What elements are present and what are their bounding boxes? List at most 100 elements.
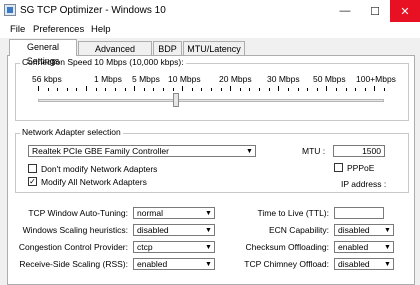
- slider-tick: [259, 88, 261, 91]
- connection-speed-slider[interactable]: [38, 99, 384, 102]
- tick-label: 20 Mbps: [219, 74, 252, 84]
- network-adapter-select[interactable]: Realtek PCIe GBE Family Controller ▼: [28, 145, 256, 157]
- title-bar: SG TCP Optimizer - Windows 10 — ☐ ✕: [0, 0, 420, 22]
- slider-tick: [326, 86, 328, 91]
- congestion-provider-select[interactable]: ctcp ▼: [133, 241, 215, 253]
- slider-tick: [384, 88, 385, 91]
- chevron-down-icon: ▼: [384, 260, 391, 268]
- connection-speed-group: [15, 63, 409, 121]
- network-adapter-value: Realtek PCIe GBE Family Controller: [32, 146, 169, 156]
- tick-label: 10 Mbps: [168, 74, 201, 84]
- slider-tick: [230, 86, 232, 91]
- tick-label: 5 Mbps: [132, 74, 160, 84]
- pppoe-checkbox[interactable]: [334, 163, 343, 172]
- tcp-chimney-value: disabled: [338, 259, 370, 269]
- ttl-field[interactable]: [334, 207, 384, 219]
- auto-tuning-label: TCP Window Auto-Tuning:: [28, 208, 128, 218]
- ecn-value: disabled: [338, 225, 370, 235]
- slider-tick: [162, 88, 164, 91]
- menu-bar: File Preferences Help: [0, 22, 420, 38]
- slider-thumb[interactable]: [173, 93, 179, 107]
- chevron-down-icon: ▼: [205, 260, 212, 268]
- slider-tick: [278, 86, 280, 91]
- tick-label: 1 Mbps: [94, 74, 122, 84]
- congestion-provider-value: ctcp: [137, 242, 153, 252]
- ttl-label: Time to Live (TTL):: [257, 208, 329, 218]
- dont-modify-checkbox[interactable]: [28, 164, 37, 173]
- tab-general-settings[interactable]: General Settings: [9, 39, 77, 66]
- auto-tuning-value: normal: [137, 208, 163, 218]
- checksum-offloading-label: Checksum Offloading:: [245, 242, 329, 252]
- slider-tick: [105, 88, 107, 91]
- tick-label: 30 Mbps: [267, 74, 300, 84]
- slider-tick: [364, 88, 366, 91]
- chevron-down-icon: ▼: [205, 243, 212, 251]
- tick-label: 100+Mbps: [356, 74, 396, 84]
- dont-modify-label: Don't modify Network Adapters: [41, 164, 158, 174]
- slider-tick: [66, 88, 68, 91]
- modify-all-label: Modify All Network Adapters: [41, 177, 147, 187]
- close-button[interactable]: ✕: [390, 0, 420, 22]
- slider-tick: [316, 88, 318, 91]
- scaling-heuristics-value: disabled: [137, 225, 169, 235]
- slider-tick: [335, 88, 337, 91]
- ecn-select[interactable]: disabled ▼: [334, 224, 394, 236]
- window-title: SG TCP Optimizer - Windows 10: [20, 5, 166, 16]
- slider-tick: [249, 88, 251, 91]
- slider-tick: [307, 88, 309, 91]
- slider-tick: [57, 88, 59, 91]
- slider-tick: [268, 88, 270, 91]
- modify-all-checkbox[interactable]: ✓: [28, 177, 37, 186]
- chevron-down-icon: ▼: [384, 243, 391, 251]
- ecn-label: ECN Capability:: [269, 225, 329, 235]
- menu-help[interactable]: Help: [91, 24, 111, 35]
- app-icon: [4, 4, 16, 16]
- rss-label: Receive-Side Scaling (RSS):: [19, 259, 128, 269]
- chevron-down-icon: ▼: [205, 209, 212, 217]
- slider-tick: [47, 88, 49, 91]
- slider-tick: [211, 88, 212, 91]
- mtu-field[interactable]: 1500: [333, 145, 385, 157]
- slider-tick: [345, 88, 347, 91]
- rss-value: enabled: [137, 259, 168, 269]
- checksum-offloading-select[interactable]: enabled ▼: [334, 241, 394, 253]
- slider-tick: [95, 88, 97, 91]
- tab-bdp[interactable]: BDP: [153, 41, 182, 55]
- slider-tick: [220, 88, 222, 91]
- tcp-chimney-label: TCP Chimney Offload:: [244, 259, 329, 269]
- tick-label: 50 Mbps: [313, 74, 346, 84]
- slider-tick: [191, 88, 193, 91]
- slider-tick: [172, 88, 174, 91]
- auto-tuning-select[interactable]: normal ▼: [133, 207, 215, 219]
- menu-file[interactable]: File: [10, 24, 25, 35]
- slider-tick: [76, 88, 78, 91]
- chevron-down-icon: ▼: [205, 226, 212, 234]
- tcp-chimney-select[interactable]: disabled ▼: [334, 258, 394, 270]
- slider-tick: [239, 88, 241, 91]
- mtu-label: MTU :: [302, 146, 326, 156]
- scaling-heuristics-label: Windows Scaling heuristics:: [22, 225, 128, 235]
- tab-advanced-settings[interactable]: Advanced Settings: [78, 41, 152, 68]
- slider-tick: [86, 86, 88, 91]
- scaling-heuristics-select[interactable]: disabled ▼: [133, 224, 215, 236]
- menu-preferences[interactable]: Preferences: [33, 24, 84, 35]
- ip-address-label: IP address :: [341, 179, 387, 189]
- rss-select[interactable]: enabled ▼: [133, 258, 215, 270]
- slider-tick: [297, 88, 299, 91]
- chevron-down-icon: ▼: [384, 226, 391, 234]
- pppoe-label: PPPoE: [347, 163, 375, 173]
- slider-tick: [182, 86, 184, 91]
- slider-tick: [143, 88, 145, 91]
- slider-tick: [153, 88, 155, 91]
- network-adapter-label: Network Adapter selection: [20, 127, 123, 137]
- tab-mtu-latency[interactable]: MTU/Latency: [183, 41, 245, 55]
- slider-tick: [355, 88, 357, 91]
- congestion-provider-label: Congestion Control Provider:: [18, 242, 128, 252]
- slider-tick: [287, 88, 289, 91]
- slider-tick: [134, 86, 136, 91]
- slider-tick: [38, 86, 39, 91]
- chevron-down-icon: ▼: [246, 147, 253, 155]
- slider-tick: [374, 86, 376, 91]
- maximize-button[interactable]: ☐: [360, 0, 390, 22]
- minimize-button[interactable]: —: [330, 0, 360, 22]
